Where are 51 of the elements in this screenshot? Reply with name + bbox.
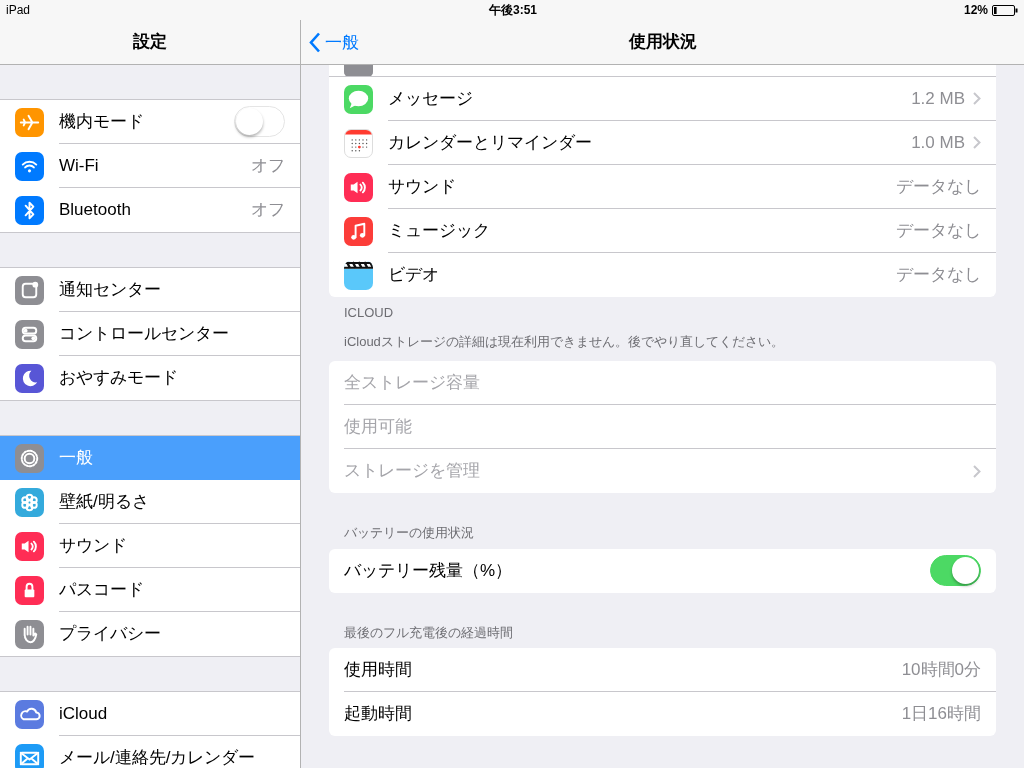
status-time: 午後3:51 bbox=[489, 2, 538, 19]
item-label: メール/連絡先/カレンダー bbox=[59, 747, 257, 768]
item-label: サウンド bbox=[59, 534, 128, 557]
storage-item: 全ストレージ容量 bbox=[344, 371, 481, 394]
app-storage: 1.0 MB bbox=[911, 131, 965, 154]
device-name: iPad bbox=[6, 2, 31, 19]
app-name: サウンド bbox=[388, 175, 457, 198]
app-name: メッセージ bbox=[388, 87, 474, 110]
item-label: 通知センター bbox=[59, 278, 162, 301]
back-chevron-icon bbox=[309, 32, 321, 54]
item-label: 一般 bbox=[59, 447, 94, 470]
app-name: ミュージック bbox=[388, 219, 491, 242]
app-storage: データなし bbox=[896, 175, 981, 198]
app-storage: データなし bbox=[896, 219, 981, 242]
time-label: 起動時間 bbox=[344, 703, 413, 726]
item-label: iCloud bbox=[59, 702, 109, 725]
toggle-switch[interactable] bbox=[930, 555, 981, 586]
item-label: パスコード bbox=[59, 578, 145, 601]
item-label: Wi-Fi bbox=[59, 154, 100, 177]
item-value: オフ bbox=[251, 154, 285, 177]
app-name: カレンダーとリマインダー bbox=[388, 131, 593, 154]
page-title: 使用状況 bbox=[628, 31, 697, 54]
back-button[interactable]: 一般 bbox=[309, 30, 359, 56]
item-label: プライバシー bbox=[59, 623, 162, 646]
item-label: 機内モード bbox=[59, 110, 145, 133]
app-name: ビデオ bbox=[388, 264, 440, 287]
storage-item: ストレージを管理 bbox=[344, 460, 481, 483]
time-value: 1日16時間 bbox=[901, 703, 981, 726]
section-note: iCloudストレージの詳細は現在利用できません。後でやり直してください。 bbox=[343, 332, 785, 351]
storage-item: 使用可能 bbox=[344, 415, 413, 438]
section-header: バッテリーの使用状況 bbox=[343, 524, 475, 542]
usage-row[interactable]: メッセージ 1.2 MB bbox=[329, 77, 996, 121]
section-header: 最後のフル充電後の経過時間 bbox=[343, 623, 514, 642]
usage-row[interactable]: サウンド データなし bbox=[329, 165, 996, 209]
battery-percentage: 12% bbox=[963, 2, 988, 19]
item-label: コントロールセンター bbox=[59, 322, 230, 345]
section-header: ICLOUD bbox=[343, 304, 395, 322]
sidebar-title: 設定 bbox=[133, 31, 167, 54]
app-storage: 1.2 MB bbox=[911, 87, 965, 110]
battery-icon bbox=[992, 4, 1018, 16]
usage-row[interactable]: ビデオ データなし bbox=[329, 253, 996, 297]
item-value: オフ bbox=[251, 199, 285, 222]
usage-row[interactable]: カレンダーとリマインダー 1.0 MB bbox=[329, 121, 996, 165]
item-label: Bluetooth bbox=[59, 199, 132, 222]
time-value: 10時間0分 bbox=[901, 658, 981, 681]
time-label: 使用時間 bbox=[344, 658, 413, 681]
setting-label: バッテリー残量（%） bbox=[344, 559, 514, 582]
usage-row[interactable]: ミュージック データなし bbox=[329, 209, 996, 253]
item-label: 壁紙/明るさ bbox=[59, 490, 150, 513]
app-storage: データなし bbox=[896, 264, 981, 287]
item-label: おやすみモード bbox=[59, 367, 179, 390]
